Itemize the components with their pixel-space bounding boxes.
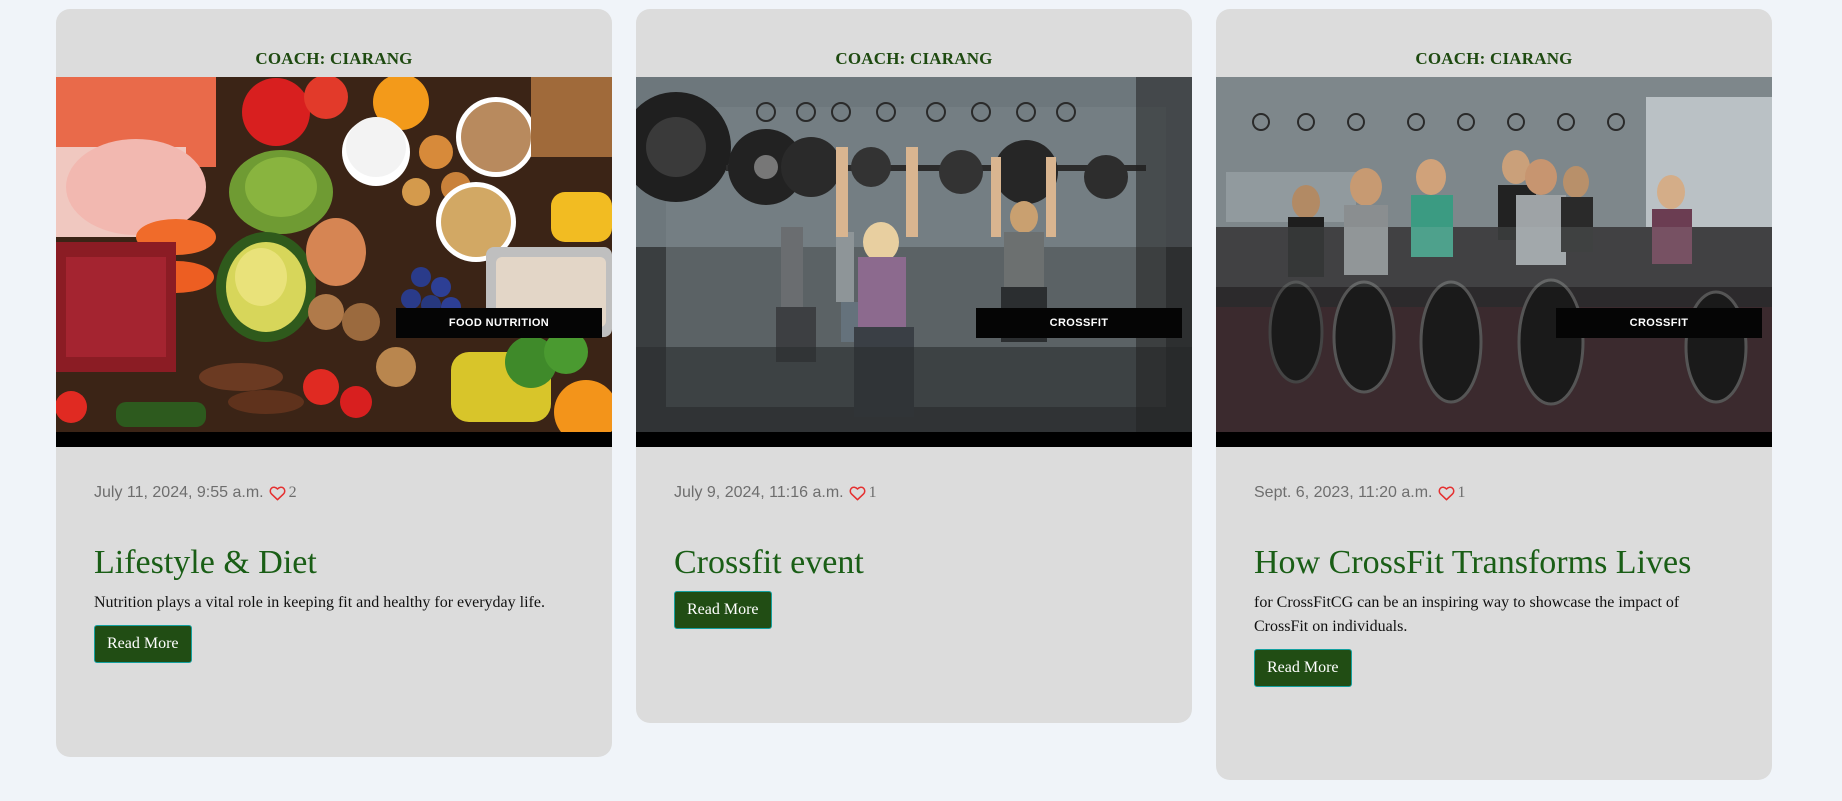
card-body: Sept. 6, 2023, 11:20 a.m. 1 How CrossFit… [1216,447,1772,687]
food-photo [56,77,612,447]
post-date: July 9, 2024, 11:16 a.m. [674,484,844,501]
coach-label: COACH: CIARANG [255,49,413,68]
post-title[interactable]: Lifestyle & Diet [94,545,574,581]
heart-outline-icon[interactable] [1437,485,1455,501]
card-body: July 11, 2024, 9:55 a.m. 2 Lifestyle & D… [56,447,612,663]
image-category-tag: CROSSFIT [1556,308,1762,338]
post-meta: Sept. 6, 2023, 11:20 a.m. 1 [1254,483,1734,503]
post-title[interactable]: How CrossFit Transforms Lives [1254,545,1734,581]
blog-card: COACH: CIARANG [1216,9,1772,780]
coach-label: COACH: CIARANG [835,49,993,68]
image-category-tag: CROSSFIT [976,308,1182,338]
post-date: Sept. 6, 2023, 11:20 a.m. [1254,484,1433,501]
heart-outline-icon[interactable] [849,485,866,501]
blog-card-grid: COACH: CIARANG FOOD NUTRITION July 11, 2… [56,9,1772,780]
read-more-button[interactable]: Read More [674,591,772,629]
like-count: 2 [288,484,297,501]
image-category-tag: FOOD NUTRITION [396,308,602,338]
post-excerpt: for CrossFitCG can be an inspiring way t… [1254,594,1680,635]
post-image-food-nutrition[interactable]: FOOD NUTRITION [56,77,612,447]
post-image-crossfit-event[interactable]: CROSSFIT [636,77,1192,447]
like-count: 1 [1457,484,1466,501]
card-body: July 9, 2024, 11:16 a.m. 1 Crossfit even… [636,447,1192,629]
blog-card: COACH: CIARANG [56,9,612,757]
heart-outline-icon[interactable] [269,485,286,501]
assault-bike-photo [1216,77,1772,447]
coach-label: COACH: CIARANG [1415,49,1573,68]
post-date: July 11, 2024, 9:55 a.m. [94,484,264,501]
read-more-button[interactable]: Read More [1254,649,1352,687]
like-count: 1 [868,484,877,501]
post-excerpt: Nutrition plays a vital role in keeping … [94,594,545,611]
post-meta: July 9, 2024, 11:16 a.m. 1 [674,483,1154,503]
blog-card: COACH: CIARANG [636,9,1192,723]
post-meta: July 11, 2024, 9:55 a.m. 2 [94,483,574,503]
post-title[interactable]: Crossfit event [674,545,1154,581]
read-more-button[interactable]: Read More [94,625,192,663]
weightlifting-photo [636,77,1192,447]
post-image-crossfit-lives[interactable]: CROSSFIT [1216,77,1772,447]
